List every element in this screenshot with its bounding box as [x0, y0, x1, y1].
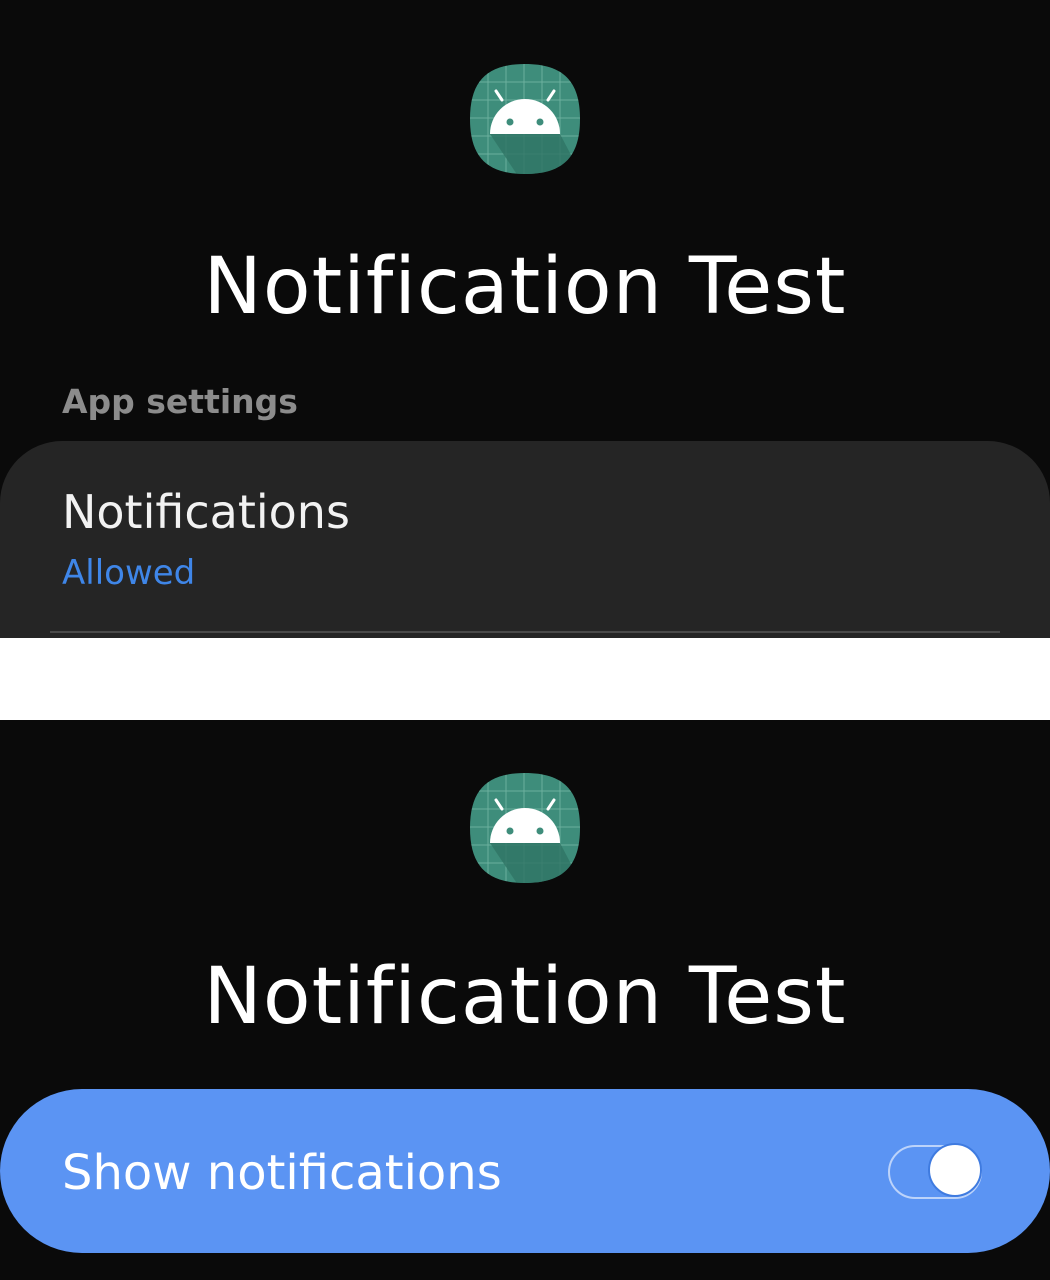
show-notifications-switch[interactable] [888, 1143, 982, 1199]
notifications-list-item[interactable]: Notifications Allowed [0, 441, 1050, 638]
switch-thumb[interactable] [928, 1143, 982, 1197]
notifications-item-status: Allowed [62, 553, 196, 593]
show-notifications-label: Show notifications [62, 1145, 502, 1201]
show-notifications-row[interactable]: Show notifications [0, 1089, 1050, 1253]
app-title: Notification Test [203, 242, 847, 332]
android-robot-icon [468, 771, 582, 885]
section-header: App settings [62, 382, 298, 421]
app-info-screen: Notification Test App settings Notificat… [0, 0, 1050, 638]
app-title: Notification Test [203, 952, 847, 1042]
android-robot-icon [468, 62, 582, 176]
notification-settings-screen: Notification Test Show notifications [0, 720, 1050, 1280]
notifications-item-title: Notifications [62, 485, 350, 539]
divider [50, 631, 1000, 633]
